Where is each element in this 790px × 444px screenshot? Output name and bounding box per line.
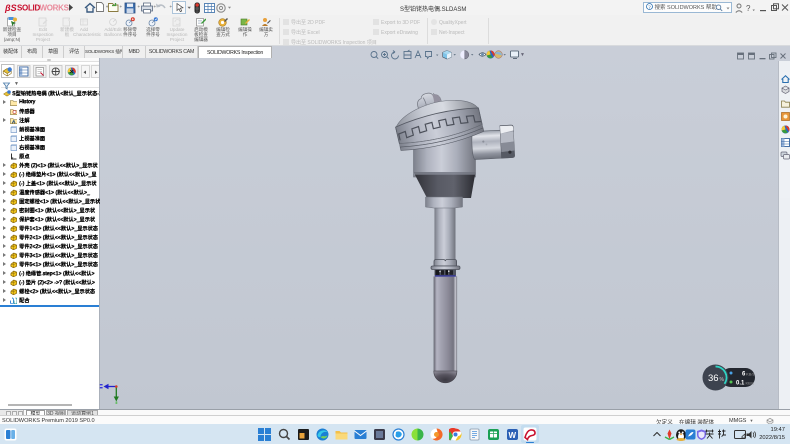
svg-text:A: A <box>12 119 15 124</box>
svg-text:%: % <box>720 377 725 383</box>
svg-text:KB/s: KB/s <box>746 381 754 386</box>
svg-text:W: W <box>509 431 517 440</box>
svg-text:WORKS: WORKS <box>40 4 70 13</box>
svg-text:KB/s: KB/s <box>746 372 754 377</box>
svg-text:0.1: 0.1 <box>736 381 745 387</box>
svg-text:36: 36 <box>708 373 719 384</box>
svg-text:βS: βS <box>4 3 17 13</box>
svg-text:?: ? <box>746 4 751 13</box>
svg-text:SOLID: SOLID <box>17 4 40 13</box>
